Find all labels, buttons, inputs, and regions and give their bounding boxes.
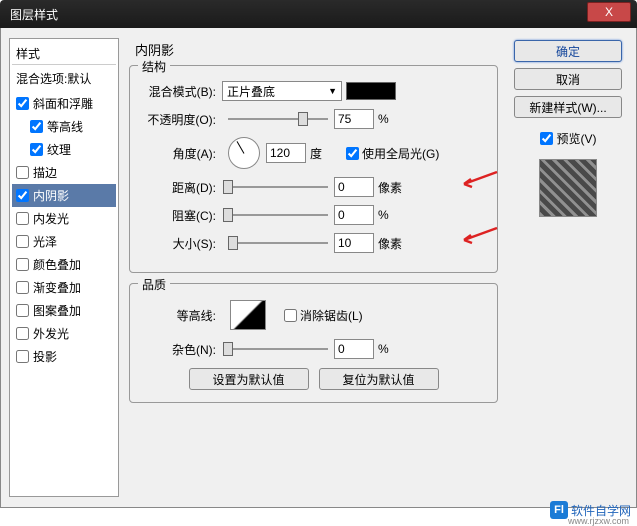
antialias-label: 消除锯齿(L) — [300, 307, 363, 324]
choke-slider[interactable] — [228, 214, 328, 216]
shadow-color-swatch[interactable] — [346, 82, 396, 100]
style-checkbox[interactable] — [16, 304, 29, 317]
distance-input[interactable] — [334, 177, 374, 197]
global-light-label: 使用全局光(G) — [362, 145, 439, 162]
choke-input[interactable] — [334, 205, 374, 225]
style-checkbox[interactable] — [16, 350, 29, 363]
style-label: 图案叠加 — [33, 302, 81, 319]
structure-title: 结构 — [138, 58, 170, 75]
angle-dial[interactable] — [228, 137, 260, 169]
styles-list-panel: 样式 混合选项:默认 斜面和浮雕等高线纹理描边内阴影内发光光泽颜色叠加渐变叠加图… — [9, 38, 119, 497]
size-slider[interactable] — [228, 242, 328, 244]
style-checkbox[interactable] — [30, 120, 43, 133]
noise-slider[interactable] — [228, 348, 328, 350]
style-label: 外发光 — [33, 325, 69, 342]
ok-button[interactable]: 确定 — [514, 40, 622, 62]
opacity-input[interactable] — [334, 109, 374, 129]
contour-picker[interactable] — [230, 300, 266, 330]
style-checkbox[interactable] — [16, 212, 29, 225]
watermark-url: www.rjzxw.com — [568, 516, 629, 526]
style-label: 内发光 — [33, 210, 69, 227]
noise-unit: % — [378, 342, 408, 356]
distance-slider[interactable] — [228, 186, 328, 188]
preview-checkbox[interactable] — [540, 132, 553, 145]
style-checkbox[interactable] — [16, 281, 29, 294]
settings-panel: 内阴影 结构 混合模式(B): 正片叠底 不透明度(O): % 角度(A): 度 — [119, 38, 508, 497]
blend-options-item[interactable]: 混合选项:默认 — [12, 67, 116, 90]
quality-fieldset: 品质 等高线: 消除锯齿(L) 杂色(N): % 设置为默认值 复位为默认值 — [129, 283, 498, 403]
dialog-body: 样式 混合选项:默认 斜面和浮雕等高线纹理描边内阴影内发光光泽颜色叠加渐变叠加图… — [0, 28, 637, 508]
style-checkbox[interactable] — [16, 327, 29, 340]
style-checkbox[interactable] — [16, 189, 29, 202]
style-checkbox[interactable] — [30, 143, 43, 156]
style-item[interactable]: 内发光 — [12, 207, 116, 230]
style-item[interactable]: 投影 — [12, 345, 116, 368]
distance-label: 距离(D): — [140, 179, 222, 196]
style-item[interactable]: 图案叠加 — [12, 299, 116, 322]
angle-unit: 度 — [310, 145, 340, 162]
contour-label: 等高线: — [140, 307, 222, 324]
right-panel: 确定 取消 新建样式(W)... 预览(V) — [508, 38, 628, 497]
style-item[interactable]: 等高线 — [12, 115, 116, 138]
preview-thumbnail — [539, 159, 597, 217]
preview-label: 预览(V) — [557, 130, 597, 147]
style-checkbox[interactable] — [16, 258, 29, 271]
styles-header: 样式 — [12, 43, 116, 65]
close-button[interactable]: X — [587, 2, 631, 22]
size-label: 大小(S): — [140, 235, 222, 252]
noise-label: 杂色(N): — [140, 341, 222, 358]
watermark: Fl 软件自学网 www.rjzxw.com — [550, 501, 631, 519]
make-default-button[interactable]: 设置为默认值 — [189, 368, 309, 390]
style-item[interactable]: 内阴影 — [12, 184, 116, 207]
opacity-unit: % — [378, 112, 408, 126]
style-item[interactable]: 光泽 — [12, 230, 116, 253]
window-title: 图层样式 — [10, 6, 58, 23]
opacity-label: 不透明度(O): — [140, 111, 222, 128]
style-item[interactable]: 斜面和浮雕 — [12, 92, 116, 115]
antialias-checkbox[interactable] — [284, 309, 297, 322]
angle-input[interactable] — [266, 143, 306, 163]
size-unit: 像素 — [378, 235, 408, 252]
annotation-arrow-icon — [459, 170, 499, 190]
style-label: 斜面和浮雕 — [33, 95, 93, 112]
style-item[interactable]: 颜色叠加 — [12, 253, 116, 276]
style-label: 内阴影 — [33, 187, 69, 204]
cancel-button[interactable]: 取消 — [514, 68, 622, 90]
style-label: 等高线 — [47, 118, 83, 135]
close-icon: X — [605, 5, 613, 19]
distance-unit: 像素 — [378, 179, 408, 196]
size-input[interactable] — [334, 233, 374, 253]
reset-default-button[interactable]: 复位为默认值 — [319, 368, 439, 390]
blend-mode-select[interactable]: 正片叠底 — [222, 81, 342, 101]
titlebar: 图层样式 X — [0, 0, 637, 28]
annotation-arrow-icon — [459, 226, 499, 246]
style-item[interactable]: 渐变叠加 — [12, 276, 116, 299]
style-label: 投影 — [33, 348, 57, 365]
global-light-checkbox[interactable] — [346, 147, 359, 160]
style-label: 颜色叠加 — [33, 256, 81, 273]
style-item[interactable]: 外发光 — [12, 322, 116, 345]
style-checkbox[interactable] — [16, 97, 29, 110]
style-checkbox[interactable] — [16, 166, 29, 179]
style-item[interactable]: 纹理 — [12, 138, 116, 161]
panel-title: 内阴影 — [135, 40, 498, 59]
style-label: 渐变叠加 — [33, 279, 81, 296]
quality-title: 品质 — [138, 276, 170, 293]
structure-fieldset: 结构 混合模式(B): 正片叠底 不透明度(O): % 角度(A): 度 使用全… — [129, 65, 498, 273]
watermark-logo-icon: Fl — [550, 501, 568, 519]
style-label: 纹理 — [47, 141, 71, 158]
angle-label: 角度(A): — [140, 145, 222, 162]
blend-mode-label: 混合模式(B): — [140, 83, 222, 100]
noise-input[interactable] — [334, 339, 374, 359]
choke-unit: % — [378, 208, 408, 222]
style-checkbox[interactable] — [16, 235, 29, 248]
style-label: 光泽 — [33, 233, 57, 250]
style-item[interactable]: 描边 — [12, 161, 116, 184]
new-style-button[interactable]: 新建样式(W)... — [514, 96, 622, 118]
choke-label: 阻塞(C): — [140, 207, 222, 224]
opacity-slider[interactable] — [228, 118, 328, 120]
style-label: 描边 — [33, 164, 57, 181]
